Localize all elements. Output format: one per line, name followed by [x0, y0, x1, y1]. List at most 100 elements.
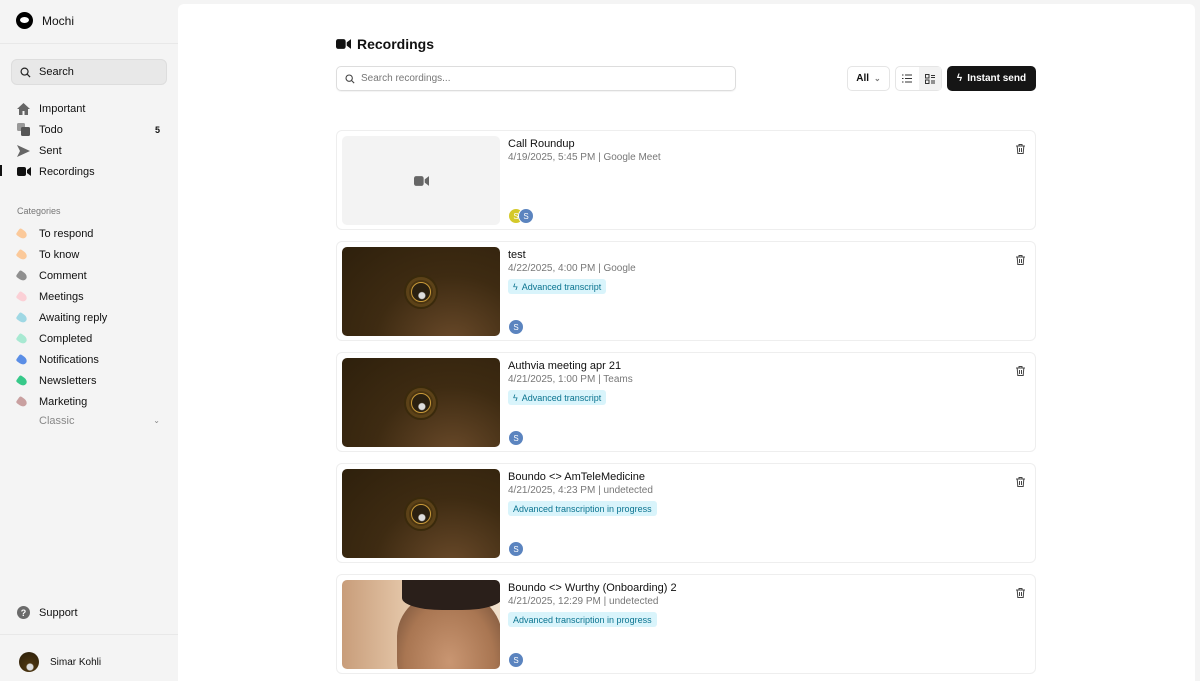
participant-hair — [402, 580, 500, 610]
recording-title[interactable]: Boundo <> Wurthy (Onboarding) 2 — [508, 582, 677, 594]
support-label: Support — [39, 607, 78, 619]
tag-icon — [16, 227, 29, 239]
badge-label: Advanced transcription in progress — [513, 504, 652, 514]
sidebar-category-notifications[interactable]: Notifications — [17, 349, 160, 370]
recording-thumbnail[interactable] — [342, 469, 500, 558]
participants: S — [508, 430, 524, 446]
delete-button[interactable] — [1016, 474, 1025, 492]
tag-icon — [16, 269, 29, 281]
recording-card[interactable]: test4/22/2025, 4:00 PM | GoogleϟAdvanced… — [336, 241, 1036, 341]
sidebar-category-comment[interactable]: Comment — [17, 265, 160, 286]
sidebar-item-label: Sent — [39, 145, 62, 157]
support-button[interactable]: ? Support — [17, 606, 78, 619]
avatar: S — [518, 208, 534, 224]
recording-meta: 4/22/2025, 4:00 PM | Google — [508, 263, 636, 274]
lightning-icon: ϟ — [957, 73, 962, 84]
tag-icon — [16, 332, 29, 344]
avatar: S — [508, 319, 524, 335]
delete-button[interactable] — [1016, 585, 1025, 603]
sidebar-item-label: Recordings — [39, 166, 95, 178]
grid-list-icon — [925, 74, 935, 84]
divider — [0, 43, 178, 44]
categories-list: To respond To knowComment Meetings Awaiting… — [17, 223, 160, 412]
sidebar-category-meetings[interactable]: Meetings — [17, 286, 160, 307]
category-label: Meetings — [39, 291, 84, 303]
sidebar-category-marketing[interactable]: Marketing — [17, 391, 160, 412]
category-label: Marketing — [39, 396, 87, 408]
recording-title[interactable]: test — [508, 249, 526, 261]
avatar: S — [508, 652, 524, 668]
filter-value: All — [856, 73, 869, 84]
participant-avatar — [406, 499, 436, 529]
recording-card[interactable]: Boundo <> AmTeleMedicine4/21/2025, 4:23 … — [336, 463, 1036, 563]
recording-card[interactable]: Authvia meeting apr 214/21/2025, 1:00 PM… — [336, 352, 1036, 452]
video-icon — [336, 39, 351, 49]
transcript-badge: Advanced transcription in progress — [508, 501, 657, 516]
sidebar-item-todo[interactable]: Todo5 — [17, 119, 160, 140]
avatar — [19, 652, 39, 672]
search-recordings-input[interactable]: Search recordings... — [336, 66, 736, 91]
recording-thumbnail[interactable] — [342, 580, 500, 669]
home-icon — [17, 103, 30, 115]
delete-button[interactable] — [1016, 363, 1025, 381]
recording-thumbnail[interactable] — [342, 247, 500, 336]
page-title-text: Recordings — [357, 36, 434, 52]
active-indicator — [0, 165, 2, 176]
nav-list: Important Todo5 Sent Recordings — [17, 98, 160, 182]
sidebar-category-completed[interactable]: Completed — [17, 328, 160, 349]
tag-icon — [16, 248, 29, 260]
sidebar-item-label: Todo — [39, 124, 63, 136]
delete-button[interactable] — [1016, 141, 1025, 159]
sidebar-item-label: Important — [39, 103, 85, 115]
video-icon — [414, 176, 429, 186]
badge-label: Advanced transcript — [522, 393, 602, 403]
recording-title[interactable]: Authvia meeting apr 21 — [508, 360, 621, 372]
participant-avatar — [406, 277, 436, 307]
recording-card[interactable]: Call Roundup4/19/2025, 5:45 PM | Google … — [336, 130, 1036, 230]
sidebar-item-recordings[interactable]: Recordings — [17, 161, 160, 182]
instant-send-button[interactable]: ϟ Instant send — [947, 66, 1036, 91]
mochi-logo-icon — [16, 12, 33, 29]
view-toggle — [895, 66, 942, 91]
avatar: S — [508, 541, 524, 557]
sidebar-item-important[interactable]: Important — [17, 98, 160, 119]
tag-icon — [16, 353, 29, 365]
recording-title[interactable]: Call Roundup — [508, 138, 575, 150]
sidebar-category-to-respond[interactable]: To respond — [17, 223, 160, 244]
filter-dropdown[interactable]: All⌄ — [847, 66, 890, 91]
category-label: To respond — [39, 228, 93, 240]
detail-view-button[interactable] — [919, 67, 942, 90]
delete-button[interactable] — [1016, 252, 1025, 270]
help-icon: ? — [17, 606, 30, 619]
sidebar-category-awaiting-reply[interactable]: Awaiting reply — [17, 307, 160, 328]
recording-thumbnail[interactable] — [342, 358, 500, 447]
category-label: Awaiting reply — [39, 312, 107, 324]
list-view-button[interactable] — [896, 67, 919, 90]
category-label: Completed — [39, 333, 92, 345]
user-profile[interactable]: Simar Kohli — [19, 652, 101, 672]
sidebar-search-button[interactable]: Search — [11, 59, 167, 85]
search-placeholder: Search recordings... — [361, 73, 451, 84]
user-name: Simar Kohli — [50, 657, 101, 668]
trash-icon — [1016, 588, 1025, 598]
classic-toggle[interactable]: Classic⌄ — [39, 410, 160, 431]
recording-title[interactable]: Boundo <> AmTeleMedicine — [508, 471, 645, 483]
trash-icon — [1016, 477, 1025, 487]
tag-icon — [16, 374, 29, 386]
sidebar-item-sent[interactable]: Sent — [17, 140, 160, 161]
sidebar-category-newsletters[interactable]: Newsletters — [17, 370, 160, 391]
badge-label: Advanced transcription in progress — [513, 615, 652, 625]
recording-card[interactable]: Boundo <> Wurthy (Onboarding) 24/21/2025… — [336, 574, 1036, 674]
page-title: Recordings — [336, 36, 434, 52]
avatar: S — [508, 430, 524, 446]
tag-icon — [16, 290, 29, 302]
copy-icon — [17, 123, 30, 136]
sidebar-category-to-know[interactable]: To know — [17, 244, 160, 265]
search-label: Search — [39, 66, 74, 78]
category-label: Newsletters — [39, 375, 96, 387]
transcript-badge: Advanced transcription in progress — [508, 612, 657, 627]
instant-send-label: Instant send — [967, 73, 1026, 84]
recording-thumbnail[interactable] — [342, 136, 500, 225]
divider — [0, 634, 178, 635]
app-brand[interactable]: Mochi — [16, 12, 74, 29]
